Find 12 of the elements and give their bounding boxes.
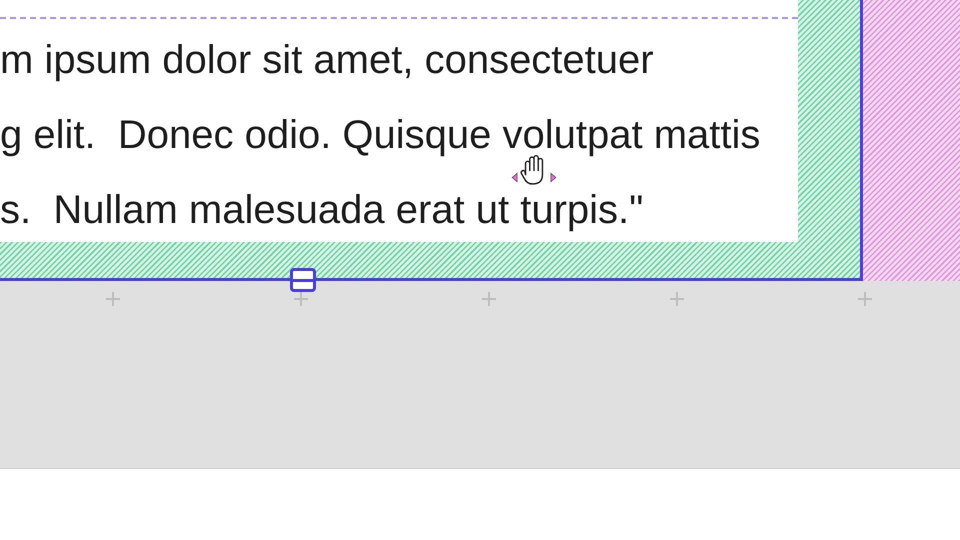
- frame-padding[interactable]: m ipsum dolor sit amet, consectetuer g elit. Donec odio. Quisque volutpat mattis s. Nullam malesuada erat ut turpis.": [0, 0, 863, 281]
- plus-marker-icon: [294, 292, 308, 306]
- plus-marker-icon: [482, 292, 496, 306]
- resize-handle[interactable]: [290, 268, 316, 292]
- text-line: s. Nullam malesuada erat ut turpis.": [0, 190, 644, 230]
- plus-marker-icon: [106, 292, 120, 306]
- text-line: g elit. Donec odio. Quisque volutpat mattis: [0, 115, 760, 155]
- text-line: m ipsum dolor sit amet, consectetuer: [0, 40, 654, 80]
- text-box[interactable]: m ipsum dolor sit amet, consectetuer g elit. Donec odio. Quisque volutpat mattis s. Nullam malesuada erat ut turpis.": [0, 0, 798, 242]
- plus-marker-icon: [858, 292, 872, 306]
- plus-marker-icon: [670, 292, 684, 306]
- hand-cursor-icon: [510, 155, 558, 186]
